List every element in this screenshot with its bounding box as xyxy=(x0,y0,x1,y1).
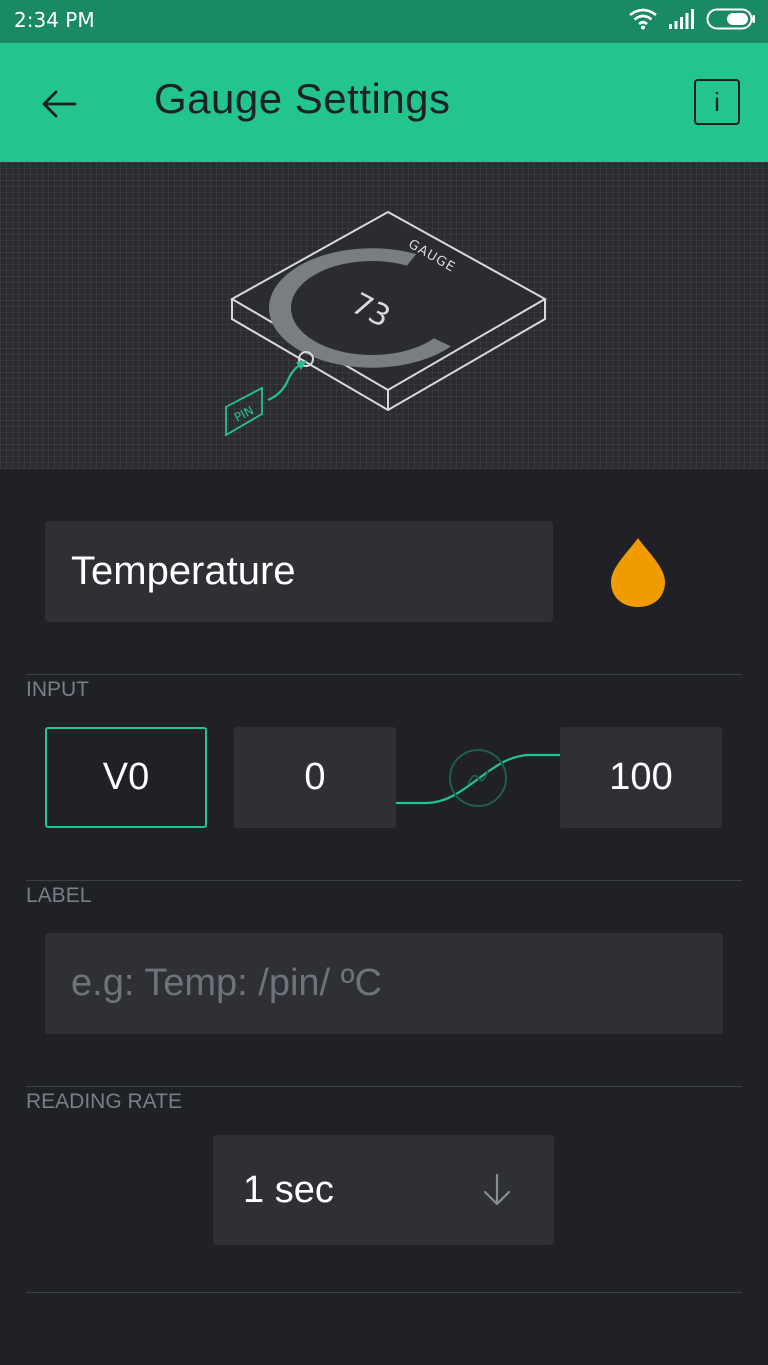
page-title: Gauge Settings xyxy=(154,75,451,122)
back-button[interactable] xyxy=(32,77,86,131)
info-icon: i xyxy=(714,86,720,117)
pin-preview-caption: PIN xyxy=(232,403,256,425)
app-bar: Gauge Settings i xyxy=(0,43,768,162)
input-section-label: INPUT xyxy=(26,678,89,701)
label-input[interactable] xyxy=(45,933,723,1034)
label-section-label: LABEL xyxy=(26,884,92,907)
divider xyxy=(26,1086,742,1087)
status-time: 2:34 PM xyxy=(14,8,95,32)
widget-name-field[interactable]: Temperature xyxy=(45,521,553,622)
status-bar: 2:34 PM xyxy=(0,0,768,43)
max-value-field[interactable]: 100 xyxy=(560,727,722,828)
reading-rate-value: 1 sec xyxy=(243,1168,334,1211)
signal-icon xyxy=(668,9,696,33)
info-button[interactable]: i xyxy=(694,79,740,125)
divider xyxy=(26,1292,742,1293)
widget-preview: 73 GAUGE PIN xyxy=(0,162,768,469)
reading-rate-section-label: READING RATE xyxy=(26,1090,182,1113)
divider xyxy=(26,880,742,881)
min-value-field[interactable]: 0 xyxy=(234,727,396,828)
status-icons xyxy=(628,8,756,34)
mapping-curve-icon xyxy=(396,749,560,807)
gauge-preview-illustration: 73 GAUGE PIN xyxy=(225,210,548,437)
reading-rate-dropdown[interactable]: 1 sec xyxy=(213,1135,554,1245)
wifi-icon xyxy=(628,8,658,34)
color-picker-button[interactable] xyxy=(605,535,671,611)
battery-icon xyxy=(706,8,756,34)
arrow-down-icon xyxy=(483,1173,511,1206)
droplet-icon xyxy=(611,538,665,607)
divider xyxy=(26,674,742,675)
arrow-left-icon xyxy=(42,90,77,118)
pin-selector[interactable]: V0 xyxy=(45,727,207,828)
